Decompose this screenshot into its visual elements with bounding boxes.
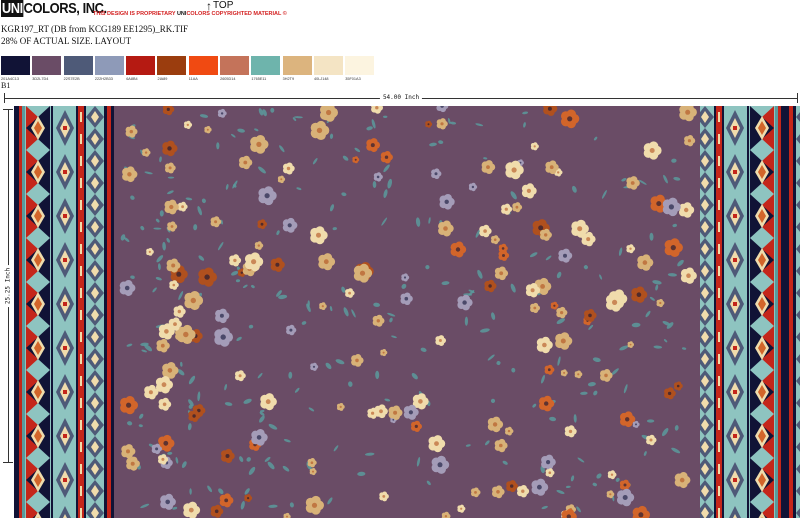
palette-swatch <box>126 56 156 75</box>
notice-text-b: COPYRIGHTED MATERIAL © <box>209 11 287 17</box>
design-filename: KGR197_RT (DB from KCG189 EE1295)_RK.TIF <box>1 24 189 34</box>
palette-chip: 2605D14 <box>220 56 250 81</box>
unicolors-logo: UNI COLORS, INC. <box>1 0 107 17</box>
palette-code: 1765E11 <box>251 77 267 81</box>
palette-code: 40LJ148 <box>313 77 329 81</box>
leaf-motif <box>167 176 175 179</box>
palette-chip: 201A4C13 <box>1 56 30 81</box>
fabric-layout-preview <box>14 106 800 518</box>
palette-code: 35F01A3 <box>345 77 361 81</box>
palette-chip: 222H2B33 <box>94 56 124 81</box>
palette-code: 6A8B4 <box>126 77 138 81</box>
leaf-motif <box>307 300 310 308</box>
palette-code: 222H2B33 <box>94 77 113 81</box>
palette-swatch <box>188 56 218 75</box>
palette-code: 2IA89 <box>157 77 168 81</box>
palette-code: 11AA <box>188 77 198 81</box>
top-orientation-marker: ↑ TOP <box>206 0 234 13</box>
height-tick-top <box>3 109 13 110</box>
logo-uni: UNI <box>1 0 24 17</box>
palette-chip: 2IA89 <box>157 56 187 81</box>
leaf-motif <box>383 115 388 118</box>
palette-swatch <box>94 56 124 75</box>
color-palette: 201A4C13 3D2L7D4 22S7E2B 222H2B33 6A8B4 2IA89… <box>1 56 377 81</box>
notice-brand-uni: UNI <box>176 11 187 17</box>
palette-code: 3D2L7D4 <box>32 77 49 81</box>
palette-swatch <box>251 56 281 75</box>
palette-code: 22S7E2B <box>63 77 80 81</box>
height-label: 25.25 Inch <box>4 264 12 308</box>
palette-swatch <box>1 56 30 75</box>
leaf-motif <box>216 142 220 150</box>
top-label: TOP <box>213 0 234 11</box>
scale-note: 28% OF ACTUAL SIZE. LAYOUT <box>1 36 132 46</box>
height-tick-bottom <box>3 462 13 463</box>
palette-chip: 11AA <box>188 56 218 81</box>
width-tick-right <box>797 93 798 103</box>
palette-swatch <box>345 56 375 75</box>
palette-chip: 22S7E2B <box>63 56 93 81</box>
notice-text-a: THIS DESIGN IS PROPRIETARY <box>93 11 177 17</box>
width-label: 54.00 Inch <box>379 93 423 102</box>
palette-code: 2605D14 <box>220 77 236 81</box>
leaf-motif <box>646 419 655 423</box>
up-arrow-icon: ↑ <box>206 0 212 13</box>
palette-swatch <box>63 56 93 75</box>
proprietary-notice: THIS DESIGN IS PROPRIETARY UNICOLORS COP… <box>93 11 287 17</box>
palette-chip: 35F01A3 <box>345 56 375 81</box>
colorway-label: B1 <box>1 81 11 90</box>
height-dimension: 25.25 Inch <box>3 109 13 463</box>
palette-swatch <box>157 56 187 75</box>
palette-swatch <box>220 56 250 75</box>
palette-swatch <box>282 56 312 75</box>
palette-chip: 3H2T9 <box>282 56 312 81</box>
palette-chip: 6A8B4 <box>126 56 156 81</box>
palette-code: 3H2T9 <box>282 77 295 81</box>
width-tick-left <box>4 93 5 103</box>
width-dimension: 54.00 Inch <box>4 93 798 103</box>
palette-swatch <box>313 56 343 75</box>
palette-chip: 3D2L7D4 <box>32 56 62 81</box>
palette-chip: 1765E11 <box>251 56 281 81</box>
right-ethnic-border <box>700 106 800 518</box>
palette-swatch <box>32 56 62 75</box>
left-ethnic-border <box>14 106 114 518</box>
palette-chip: 40LJ148 <box>313 56 343 81</box>
